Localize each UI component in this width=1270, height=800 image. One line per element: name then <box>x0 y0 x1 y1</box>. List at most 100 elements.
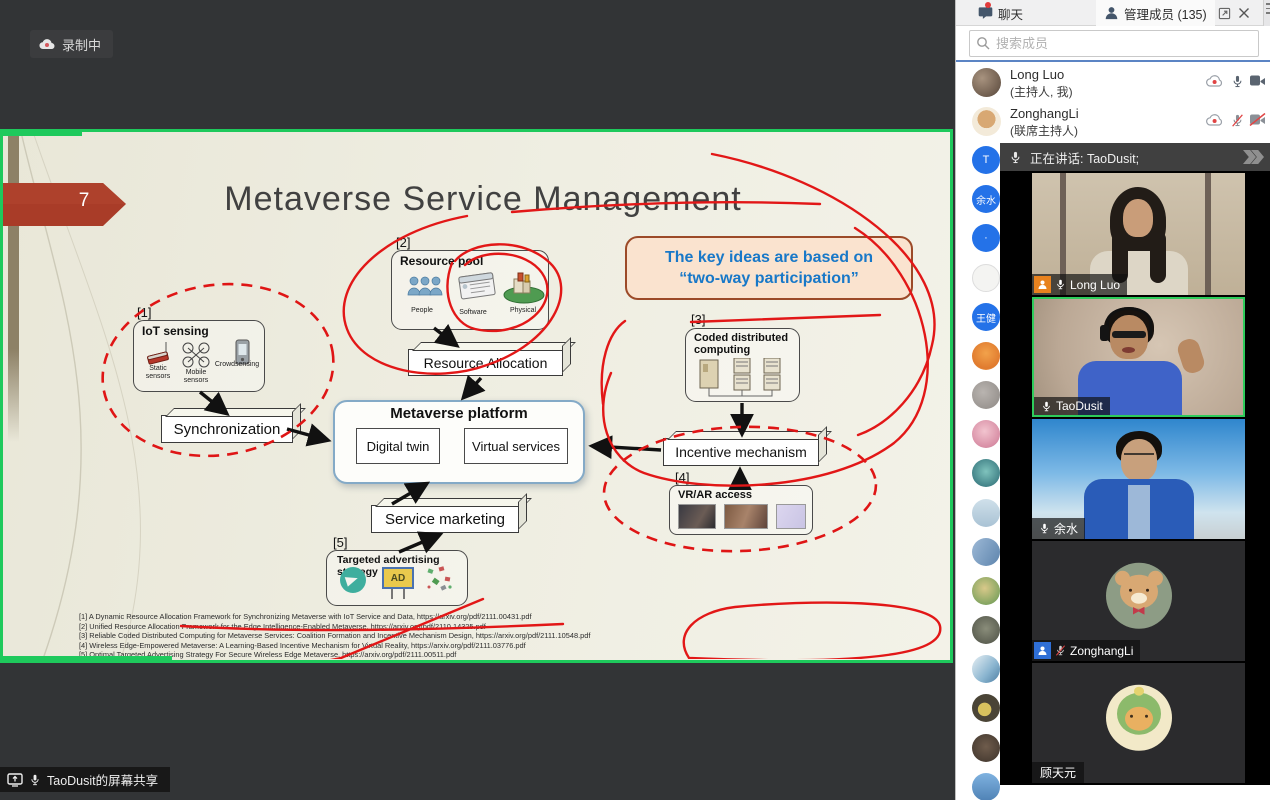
mic-on-icon <box>1039 522 1050 535</box>
tab-manage-members[interactable]: 管理成员 (135) <box>1096 0 1215 26</box>
ref-label-3: [3] <box>691 312 705 327</box>
virtual-services-box: Virtual services <box>464 428 568 464</box>
screen-share-badge[interactable]: TaoDusit的屏幕共享 <box>0 767 170 792</box>
video-panel-header[interactable]: 正在讲话: TaoDusit; <box>1000 143 1270 171</box>
cloud-record-icon[interactable] <box>1206 74 1223 87</box>
recording-badge[interactable]: 录制中 <box>30 30 113 58</box>
reference-2: [2] Unified Resource Allocation Framewor… <box>79 622 899 632</box>
share-border-accent-bottom <box>0 656 172 663</box>
member-avatar[interactable] <box>972 342 1000 370</box>
incentive-mechanism-label: Incentive mechanism <box>675 444 807 460</box>
megaphone-icon <box>340 567 366 593</box>
digital-twin-label: Digital twin <box>367 439 430 454</box>
metaverse-platform-title: Metaverse platform <box>335 405 583 422</box>
member-avatar[interactable] <box>972 734 1000 762</box>
tab-chat[interactable]: 聊天 <box>970 0 1031 26</box>
camera-off-icon[interactable] <box>1249 113 1266 126</box>
participant-name: ZonghangLi <box>1070 644 1133 658</box>
member-avatar[interactable] <box>972 538 1000 566</box>
video-tile-taodusit[interactable]: TaoDusit <box>1032 297 1245 417</box>
virtual-services-label: Virtual services <box>472 439 560 454</box>
vr-glasses-photo <box>776 504 806 529</box>
member-avatar[interactable] <box>972 655 1000 683</box>
meeting-app-window: 录制中 7 Metaverse Service Management The k… <box>0 0 1270 800</box>
search-icon <box>976 36 990 50</box>
vrar-title: VR/AR access <box>678 489 752 501</box>
close-panel-button[interactable] <box>1235 4 1253 22</box>
member-avatar[interactable]: 余水 <box>972 185 1000 213</box>
ar-scene-photo <box>724 504 768 529</box>
member-row-zonghangli[interactable]: ZonghangLi (联席主持人) <box>956 102 1270 141</box>
avatar <box>972 68 1001 97</box>
pool-item-people: People <box>411 307 433 315</box>
vr-headset-photo <box>678 504 716 529</box>
member-avatar[interactable] <box>972 420 1000 448</box>
member-avatar[interactable]: 王健 <box>972 303 1000 331</box>
dino-avatar <box>1106 685 1172 751</box>
member-avatar[interactable] <box>972 499 1000 527</box>
video-tile-zonghangli[interactable]: ZonghangLi <box>1032 541 1245 661</box>
digital-twin-box: Digital twin <box>356 428 440 464</box>
mic-on-icon[interactable] <box>1231 74 1244 89</box>
popout-panel-button[interactable] <box>1215 4 1233 22</box>
slide-number-pennant <box>3 182 133 227</box>
iot-item-static: Static sensors <box>141 365 175 380</box>
docked-panel-sliver[interactable] <box>1263 0 1270 26</box>
video-nameplate: Long Luo <box>1032 274 1127 295</box>
mic-on-icon <box>1041 400 1052 413</box>
member-avatar[interactable] <box>972 694 1000 722</box>
member-avatar[interactable] <box>972 616 1000 644</box>
member-avatar[interactable] <box>972 773 1000 800</box>
cloud-record-icon[interactable] <box>1206 113 1223 126</box>
resource-allocation-box: Resource Allocation <box>408 349 563 376</box>
chat-notification-dot <box>985 2 991 8</box>
avatar <box>972 107 1001 136</box>
member-avatar[interactable] <box>972 264 1000 292</box>
member-avatar[interactable]: · <box>972 224 1000 252</box>
member-avatar[interactable] <box>972 381 1000 409</box>
confetti-icon <box>425 565 455 593</box>
ref-label-2: [2] <box>396 235 410 250</box>
ad-label: AD <box>391 573 405 584</box>
video-tile-long-luo[interactable]: Long Luo <box>1032 173 1245 295</box>
video-tile-gutianyuan[interactable]: 顾天元 <box>1032 663 1245 783</box>
mic-muted-icon <box>1055 644 1066 657</box>
cdc-title: Coded distributed computing <box>694 332 794 356</box>
synchronization-label: Synchronization <box>174 421 281 438</box>
screen-share-icon <box>7 773 23 787</box>
share-border-accent-top <box>0 129 82 136</box>
cloud-record-icon <box>39 38 55 50</box>
ref-label-1: [1] <box>137 305 151 320</box>
host-badge-icon <box>1034 276 1051 293</box>
member-name: Long Luo <box>1010 67 1064 82</box>
video-nameplate: TaoDusit <box>1034 397 1110 415</box>
participant-name: 余水 <box>1054 520 1078 537</box>
ref-label-5: [5] <box>333 535 347 550</box>
presentation-slide: 7 Metaverse Service Management The key i… <box>3 132 950 660</box>
member-row-long-luo[interactable]: Long Luo (主持人, 我) <box>956 63 1270 102</box>
key-ideas-callout: The key ideas are based on “two-way part… <box>625 236 913 300</box>
mic-muted-icon[interactable] <box>1231 113 1244 128</box>
member-role: (主持人, 我) <box>1010 83 1073 100</box>
resource-pool-group: Resource pool <box>391 250 549 330</box>
video-tile-yushui[interactable]: 余水 <box>1032 419 1245 539</box>
camera-on-icon[interactable] <box>1249 74 1266 87</box>
iot-sensing-title: IoT sensing <box>142 324 209 338</box>
iot-sensing-group: IoT sensing Static sensors <box>133 320 265 392</box>
member-avatar[interactable] <box>972 459 1000 487</box>
vrar-group: VR/AR access <box>669 485 813 535</box>
speaking-mic-icon <box>1009 150 1022 165</box>
member-avatar[interactable] <box>972 577 1000 605</box>
panel-divider[interactable] <box>956 60 1270 62</box>
mic-on-icon <box>1055 278 1066 291</box>
search-members-input[interactable] <box>969 30 1259 57</box>
collapse-panel-button[interactable] <box>1248 150 1264 164</box>
member-avatar[interactable]: T <box>972 146 1000 174</box>
reference-1: [1] A Dynamic Resource Allocation Framew… <box>79 612 899 622</box>
share-mic-icon <box>29 773 41 787</box>
slide-title: Metaverse Service Management <box>143 180 823 219</box>
synchronization-box: Synchronization <box>161 415 293 443</box>
cohost-badge-icon <box>1034 642 1051 659</box>
speaking-now-label: 正在讲话: TaoDusit; <box>1030 148 1139 167</box>
recording-label: 录制中 <box>62 35 101 54</box>
